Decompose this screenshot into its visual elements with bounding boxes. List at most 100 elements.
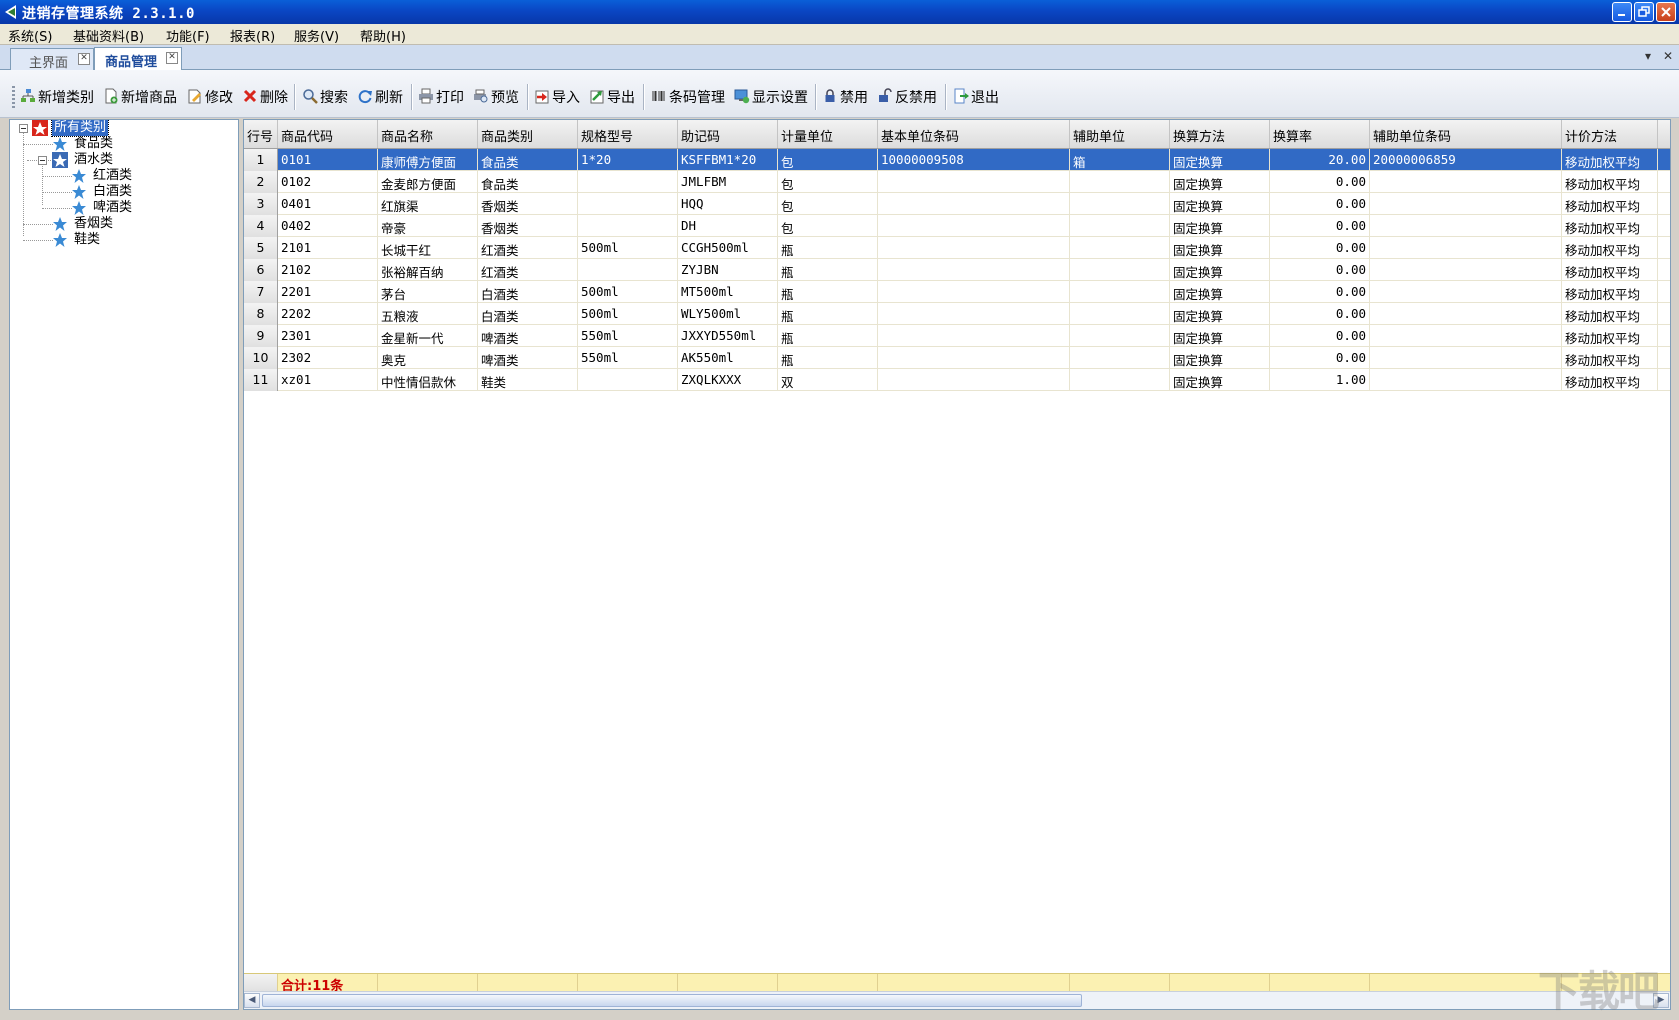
cell-mnemonic-code[interactable]: HQQ (678, 193, 778, 215)
cell-pricing-method[interactable]: 移动加权平均 (1562, 193, 1658, 215)
menu-help[interactable]: 帮助(H) (360, 26, 406, 45)
cell-product-category[interactable]: 香烟类 (478, 215, 578, 237)
cell-base-unit-barcode[interactable] (878, 237, 1070, 259)
cell-product-category[interactable]: 食品类 (478, 171, 578, 193)
cell-aux-unit-barcode[interactable] (1370, 325, 1562, 347)
cell-conversion-rate[interactable]: 0.00 (1270, 215, 1370, 237)
cell-conversion-rate[interactable]: 0.00 (1270, 259, 1370, 281)
column-header-base-unit-barcode[interactable]: 基本单位条码 (878, 120, 1070, 148)
cell-aux-unit-barcode[interactable] (1370, 171, 1562, 193)
cell-unit[interactable]: 包 (778, 193, 878, 215)
cell-aux-unit-barcode[interactable] (1370, 369, 1562, 391)
cell-product-category[interactable]: 香烟类 (478, 193, 578, 215)
column-header-spec-model[interactable]: 规格型号 (578, 120, 678, 148)
menu-system[interactable]: 系统(S) (8, 26, 52, 45)
cell-mnemonic-code[interactable]: KSFFBM1*20 (678, 149, 778, 171)
cell-mnemonic-code[interactable]: CCGH500ml (678, 237, 778, 259)
cell-row-number[interactable]: 8 (244, 303, 278, 325)
minimize-button[interactable] (1612, 2, 1632, 22)
cell-conversion-method[interactable]: 固定换算 (1170, 303, 1270, 325)
tree-collapse-toggle[interactable] (38, 156, 47, 165)
cell-aux-unit[interactable] (1070, 281, 1170, 303)
cell-unit[interactable]: 双 (778, 369, 878, 391)
cell-spec-model[interactable]: 1*20 (578, 149, 678, 171)
menu-report[interactable]: 报表(R) (230, 26, 275, 45)
cell-spec-model[interactable]: 500ml (578, 303, 678, 325)
cell-conversion-method[interactable]: 固定换算 (1170, 281, 1270, 303)
cell-product-name[interactable]: 金麦郎方便面 (378, 171, 478, 193)
column-header-mnemonic-code[interactable]: 助记码 (678, 120, 778, 148)
cell-aux-unit-barcode[interactable] (1370, 347, 1562, 369)
cell-conversion-rate[interactable]: 0.00 (1270, 171, 1370, 193)
column-header-conversion-rate[interactable]: 换算率 (1270, 120, 1370, 148)
cell-product-name[interactable]: 红旗渠 (378, 193, 478, 215)
close-button[interactable] (1656, 2, 1676, 22)
cell-unit[interactable]: 瓶 (778, 259, 878, 281)
cell-product-code[interactable]: 2301 (278, 325, 378, 347)
cell-mnemonic-code[interactable]: WLY500ml (678, 303, 778, 325)
column-header-product-name[interactable]: 商品名称 (378, 120, 478, 148)
cell-mnemonic-code[interactable]: ZXQLKXXX (678, 369, 778, 391)
menu-basic-data[interactable]: 基础资料(B) (73, 26, 144, 45)
cell-product-code[interactable]: 0101 (278, 149, 378, 171)
cell-conversion-rate[interactable]: 0.00 (1270, 237, 1370, 259)
table-row[interactable]: 3 0401 红旗渠 香烟类 HQQ 包 固定换算 0.00 移动加权平均 (244, 193, 1670, 215)
cell-spec-model[interactable]: 500ml (578, 281, 678, 303)
cell-spec-model[interactable]: 500ml (578, 237, 678, 259)
table-row[interactable]: 4 0402 帝豪 香烟类 DH 包 固定换算 0.00 移动加权平均 (244, 215, 1670, 237)
cell-spec-model[interactable] (578, 369, 678, 391)
cell-product-category[interactable]: 白酒类 (478, 281, 578, 303)
cell-conversion-rate[interactable]: 1.00 (1270, 369, 1370, 391)
column-header-product-code[interactable]: 商品代码 (278, 120, 378, 148)
cell-mnemonic-code[interactable]: DH (678, 215, 778, 237)
cell-conversion-rate[interactable]: 20.00 (1270, 149, 1370, 171)
cell-product-category[interactable]: 白酒类 (478, 303, 578, 325)
column-header-conversion-method[interactable]: 换算方法 (1170, 120, 1270, 148)
table-row[interactable]: 8 2202 五粮液 白酒类 500ml WLY500ml 瓶 固定换算 0.00 移动加权平均 (244, 303, 1670, 325)
cell-aux-unit[interactable] (1070, 303, 1170, 325)
cell-pricing-method[interactable]: 移动加权平均 (1562, 149, 1658, 171)
cell-aux-unit-barcode[interactable] (1370, 193, 1562, 215)
cell-pricing-method[interactable]: 移动加权平均 (1562, 303, 1658, 325)
column-header-aux-unit[interactable]: 辅助单位 (1070, 120, 1170, 148)
cell-conversion-rate[interactable]: 0.00 (1270, 193, 1370, 215)
cell-row-number[interactable]: 7 (244, 281, 278, 303)
tab-product-management[interactable]: 商品管理 ✕ (94, 47, 182, 70)
cell-row-number[interactable]: 5 (244, 237, 278, 259)
table-row[interactable]: 6 2102 张裕解百纳 红酒类 ZYJBN 瓶 固定换算 0.00 移动加权平均 (244, 259, 1670, 281)
cell-mnemonic-code[interactable]: AK550ml (678, 347, 778, 369)
cell-pricing-method[interactable]: 移动加权平均 (1562, 369, 1658, 391)
cell-unit[interactable]: 包 (778, 171, 878, 193)
table-row[interactable]: 7 2201 茅台 白酒类 500ml MT500ml 瓶 固定换算 0.00 移动加权平均 (244, 281, 1670, 303)
cell-conversion-rate[interactable]: 0.00 (1270, 303, 1370, 325)
cell-conversion-rate[interactable]: 0.00 (1270, 347, 1370, 369)
cell-spec-model[interactable] (578, 259, 678, 281)
cell-mnemonic-code[interactable]: MT500ml (678, 281, 778, 303)
cell-pricing-method[interactable]: 移动加权平均 (1562, 171, 1658, 193)
cell-row-number[interactable]: 6 (244, 259, 278, 281)
cell-pricing-method[interactable]: 移动加权平均 (1562, 215, 1658, 237)
column-header-unit[interactable]: 计量单位 (778, 120, 878, 148)
cell-product-category[interactable]: 食品类 (478, 149, 578, 171)
cell-aux-unit-barcode[interactable] (1370, 281, 1562, 303)
cell-base-unit-barcode[interactable] (878, 325, 1070, 347)
cell-product-name[interactable]: 五粮液 (378, 303, 478, 325)
table-row[interactable]: 1 0101 康师傅方便面 食品类 1*20 KSFFBM1*20 包 10000009508… (244, 149, 1670, 171)
cell-spec-model[interactable]: 550ml (578, 347, 678, 369)
tree-collapse-toggle[interactable] (19, 124, 28, 133)
tab-main[interactable]: 主界面 ✕ (10, 48, 94, 71)
cell-product-code[interactable]: 0401 (278, 193, 378, 215)
column-header-row-number[interactable]: 行号 (244, 120, 278, 148)
cell-aux-unit[interactable] (1070, 347, 1170, 369)
cell-pricing-method[interactable]: 移动加权平均 (1562, 237, 1658, 259)
cell-mnemonic-code[interactable]: ZYJBN (678, 259, 778, 281)
column-header-aux-unit-barcode[interactable]: 辅助单位条码 (1370, 120, 1562, 148)
cell-aux-unit[interactable] (1070, 193, 1170, 215)
cell-unit[interactable]: 包 (778, 215, 878, 237)
cell-unit[interactable]: 瓶 (778, 303, 878, 325)
close-all-tabs-icon[interactable]: ✕ (1663, 49, 1673, 63)
table-row[interactable]: 5 2101 长城干红 红酒类 500ml CCGH500ml 瓶 固定换算 0.00 移动加权平… (244, 237, 1670, 259)
table-row[interactable]: 11 xz01 中性情侣款休 鞋类 ZXQLKXXX 双 固定换算 1.00 移动加权平均 (244, 369, 1670, 391)
cell-base-unit-barcode[interactable] (878, 215, 1070, 237)
cell-product-name[interactable]: 中性情侣款休 (378, 369, 478, 391)
